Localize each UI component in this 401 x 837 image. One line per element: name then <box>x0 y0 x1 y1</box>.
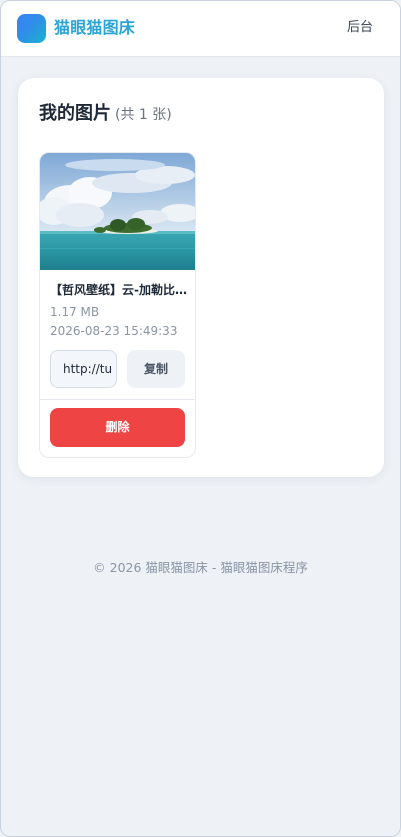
delete-button[interactable]: 删除 <box>50 408 185 447</box>
brand-title[interactable]: 猫眼猫图床 <box>54 17 135 39</box>
image-card: 【哲风壁纸】云-加勒比海-天空.png 1.17 MB 2026-08-23 1… <box>39 152 196 458</box>
image-thumbnail[interactable] <box>40 153 195 270</box>
card-divider <box>40 399 195 400</box>
app-window: 猫眼猫图床 后台 我的图片 (共 1 张) 【哲风壁纸】云-加勒比海 1.17 … <box>0 0 401 837</box>
my-images-card: 我的图片 (共 1 张) 【哲风壁纸】云-加勒比海 1.17 MB 2026-0… <box>18 78 384 477</box>
gallery-title: 我的图片 <box>39 103 111 124</box>
page-title: 我的图片 (共 1 张) <box>39 102 172 127</box>
image-count: (共 1 张) <box>115 107 172 123</box>
image-upload-time: 2026-08-23 15:49:33 <box>50 324 178 338</box>
image-size: 1.17 MB <box>50 305 100 319</box>
image-name: 【哲风壁纸】云-加勒比海-天空.png <box>50 283 188 297</box>
image-url-field[interactable]: http://tu <box>50 350 117 388</box>
copy-button[interactable]: 复制 <box>127 350 185 388</box>
logo-icon[interactable] <box>17 14 46 43</box>
top-navbar: 猫眼猫图床 后台 <box>1 1 400 57</box>
admin-link[interactable]: 后台 <box>347 19 373 37</box>
footer-copyright: © 2026 猫眼猫图床 - 猫眼猫图床程序 <box>93 560 308 575</box>
